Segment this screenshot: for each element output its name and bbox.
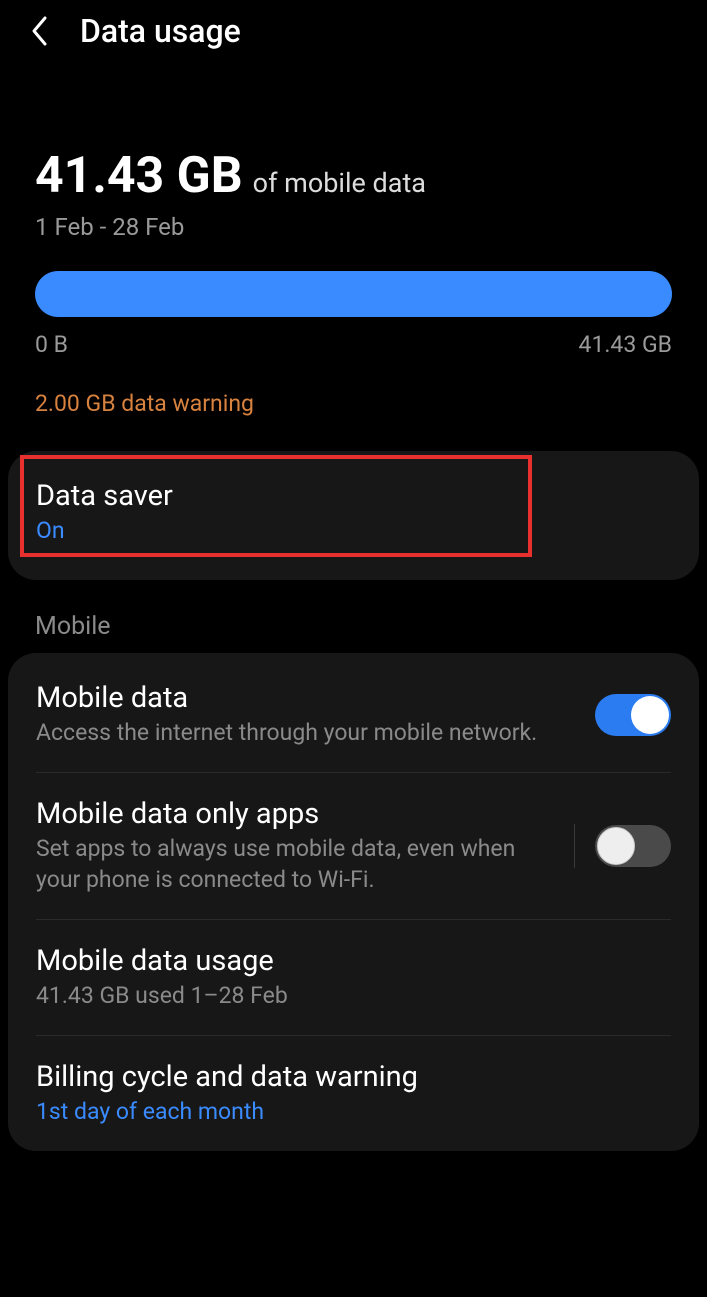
data-saver-item[interactable]: Data saver On [8,451,699,580]
mobile-only-apps-item[interactable]: Mobile data only apps Set apps to always… [8,773,699,919]
mobile-card: Mobile data Access the internet through … [8,653,699,1151]
progress-min-label: 0 B [35,331,68,358]
chevron-left-icon [30,14,50,48]
usage-amount: 41.43 GB [35,147,243,205]
billing-cycle-title: Billing cycle and data warning [36,1060,671,1094]
back-button[interactable] [30,14,50,48]
progress-max-label: 41.43 GB [579,331,672,358]
billing-cycle-sub: 1st day of each month [36,1096,671,1127]
usage-summary: 41.43 GB of mobile data 1 Feb - 28 Feb 0… [0,62,707,447]
usage-period: 1 Feb - 28 Feb [35,213,672,241]
page-title: Data usage [80,12,241,50]
data-saver-status: On [36,515,671,546]
mobile-only-apps-toggle[interactable] [595,825,671,867]
control-divider [574,824,575,868]
section-mobile-label: Mobile [0,580,707,653]
mobile-data-usage-title: Mobile data usage [36,944,671,978]
mobile-data-title: Mobile data [36,681,575,715]
mobile-data-toggle[interactable] [595,694,671,736]
mobile-only-apps-title: Mobile data only apps [36,797,554,831]
data-saver-title: Data saver [36,479,671,513]
mobile-only-apps-sub: Set apps to always use mobile data, even… [36,833,554,895]
mobile-data-sub: Access the internet through your mobile … [36,717,575,748]
mobile-data-usage-item[interactable]: Mobile data usage 41.43 GB used 1–28 Feb [8,920,699,1035]
usage-progress-bar[interactable] [35,271,672,317]
progress-labels: 0 B 41.43 GB [35,331,672,358]
billing-cycle-item[interactable]: Billing cycle and data warning 1st day o… [8,1036,699,1151]
data-warning: 2.00 GB data warning [35,390,672,417]
mobile-data-item[interactable]: Mobile data Access the internet through … [8,657,699,772]
mobile-data-usage-sub: 41.43 GB used 1–28 Feb [36,980,671,1011]
data-saver-card: Data saver On [8,451,699,580]
usage-suffix: of mobile data [253,167,426,199]
header: Data usage [0,0,707,62]
